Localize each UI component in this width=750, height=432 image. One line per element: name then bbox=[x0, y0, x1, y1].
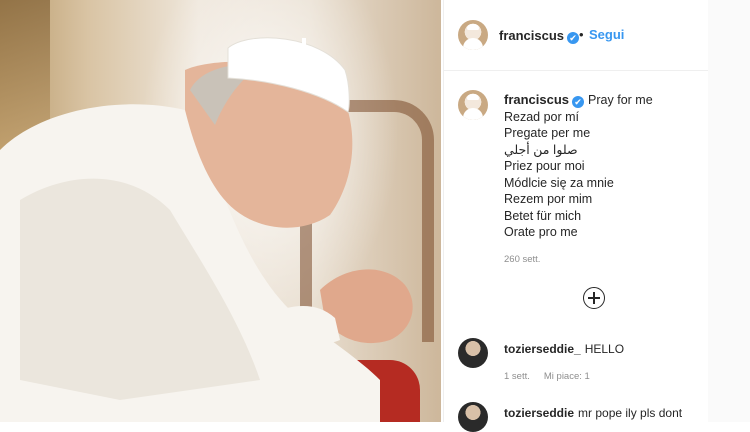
caption-line: Rezad por mí bbox=[504, 109, 580, 124]
verified-badge-icon: ✔ bbox=[567, 32, 580, 44]
comment-meta: 1 sett. Mi piace: 1 bbox=[504, 371, 604, 382]
verified-badge-icon: ✔ bbox=[572, 96, 585, 108]
post-header: franciscus ✔ • Segui bbox=[444, 0, 709, 71]
caption-line: Priez pour moi bbox=[504, 159, 585, 173]
caption-author-avatar[interactable] bbox=[458, 90, 488, 120]
comment-body: tozierseddie mr pope ily pls dont bbox=[504, 406, 682, 420]
caption-first-line: franciscus ✔ Pray for me bbox=[504, 92, 704, 109]
author-username[interactable]: franciscus bbox=[499, 28, 564, 43]
post-caption: franciscus ✔ Pray for me Rezad por mí Preg… bbox=[504, 92, 704, 241]
page-background bbox=[708, 0, 750, 422]
comment-body: tozierseddie_ HELLO bbox=[504, 342, 624, 356]
follow-button[interactable]: Segui bbox=[589, 27, 624, 42]
caption-line: Betet für mich bbox=[504, 208, 582, 223]
caption-line: صلوا من أجلي bbox=[504, 142, 578, 157]
caption-text: Pray for me bbox=[588, 93, 653, 107]
post-timestamp[interactable]: 260 sett. bbox=[504, 254, 540, 265]
author-name[interactable]: franciscus ✔ bbox=[499, 27, 580, 45]
caption-line: Orate pro me bbox=[504, 225, 578, 239]
caption-username[interactable]: franciscus bbox=[504, 92, 569, 107]
caption-line: Rezem por mim bbox=[504, 192, 593, 206]
comment-text: HELLO bbox=[584, 342, 625, 356]
commenter-username[interactable]: tozierseddie_ bbox=[504, 342, 581, 356]
post-sidebar: franciscus ✔ • Segui franciscus ✔ Pray for … bbox=[443, 0, 709, 432]
author-avatar[interactable] bbox=[458, 20, 488, 50]
comment-time[interactable]: 1 sett. bbox=[504, 371, 530, 382]
praying-figure bbox=[0, 37, 413, 422]
commenter-username[interactable]: tozierseddie bbox=[504, 406, 574, 420]
comment-text: mr pope ily pls dont bbox=[578, 406, 683, 420]
comment-likes[interactable]: Mi piace: 1 bbox=[544, 371, 590, 382]
caption-line: Pregate per me bbox=[504, 126, 591, 140]
separator-dot: • bbox=[579, 27, 584, 42]
plus-circle-icon[interactable] bbox=[583, 287, 605, 309]
commenter-avatar[interactable] bbox=[458, 338, 488, 368]
caption-line: Módlcie się za mnie bbox=[504, 175, 614, 190]
commenter-avatar[interactable] bbox=[458, 402, 488, 432]
post-photo bbox=[0, 0, 441, 422]
